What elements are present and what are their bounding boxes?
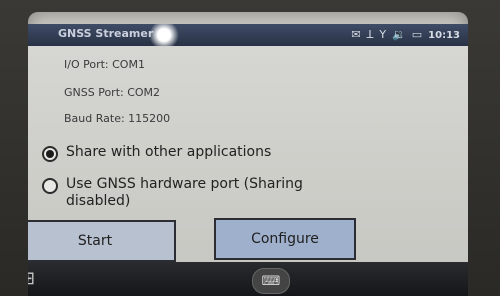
hardware-port-radio[interactable] [42,178,58,194]
hardware-port-label: Use GNSS hardware port (Sharing disabled… [66,176,303,209]
message-icon[interactable]: ✉ [351,27,360,43]
main-content: I/O Port: COM1 GNSS Port: COM2 Baud Rate… [28,46,468,262]
option-hardware-port[interactable]: Use GNSS hardware port (Sharing disabled… [42,176,366,210]
option-share-apps[interactable]: Share with other applications [42,144,271,162]
configure-button[interactable]: Configure [214,218,356,260]
share-radio[interactable] [42,146,58,162]
keyboard-icon[interactable]: ⌨ [252,268,290,294]
volume-icon[interactable]: 🔉 [392,27,406,43]
device-screen: GNSS Streamer ✉ ꓕ Y 🔉 ▭ 10:13 I/O Port: … [28,12,468,296]
start-button[interactable]: Start [28,220,176,262]
antenna-icon[interactable]: ꓕ [367,27,374,43]
windows-icon[interactable]: ⊞ [28,268,58,296]
baud-rate: Baud Rate: 115200 [64,112,171,125]
gnss-port: GNSS Port: COM2 [64,86,161,99]
battery-icon[interactable]: ▭ [412,27,422,43]
share-label: Share with other applications [66,144,272,160]
clock[interactable]: 10:13 [428,30,460,41]
app-title: GNSS Streamer [58,27,154,40]
title-bar: GNSS Streamer ✉ ꓕ Y 🔉 ▭ 10:13 [28,24,468,46]
signal-icon[interactable]: Y [379,27,386,43]
io-port: I/O Port: COM1 [64,58,145,71]
taskbar: ⊞ ⌨ [28,262,468,296]
status-icons: ✉ ꓕ Y 🔉 ▭ 10:13 [351,26,460,44]
